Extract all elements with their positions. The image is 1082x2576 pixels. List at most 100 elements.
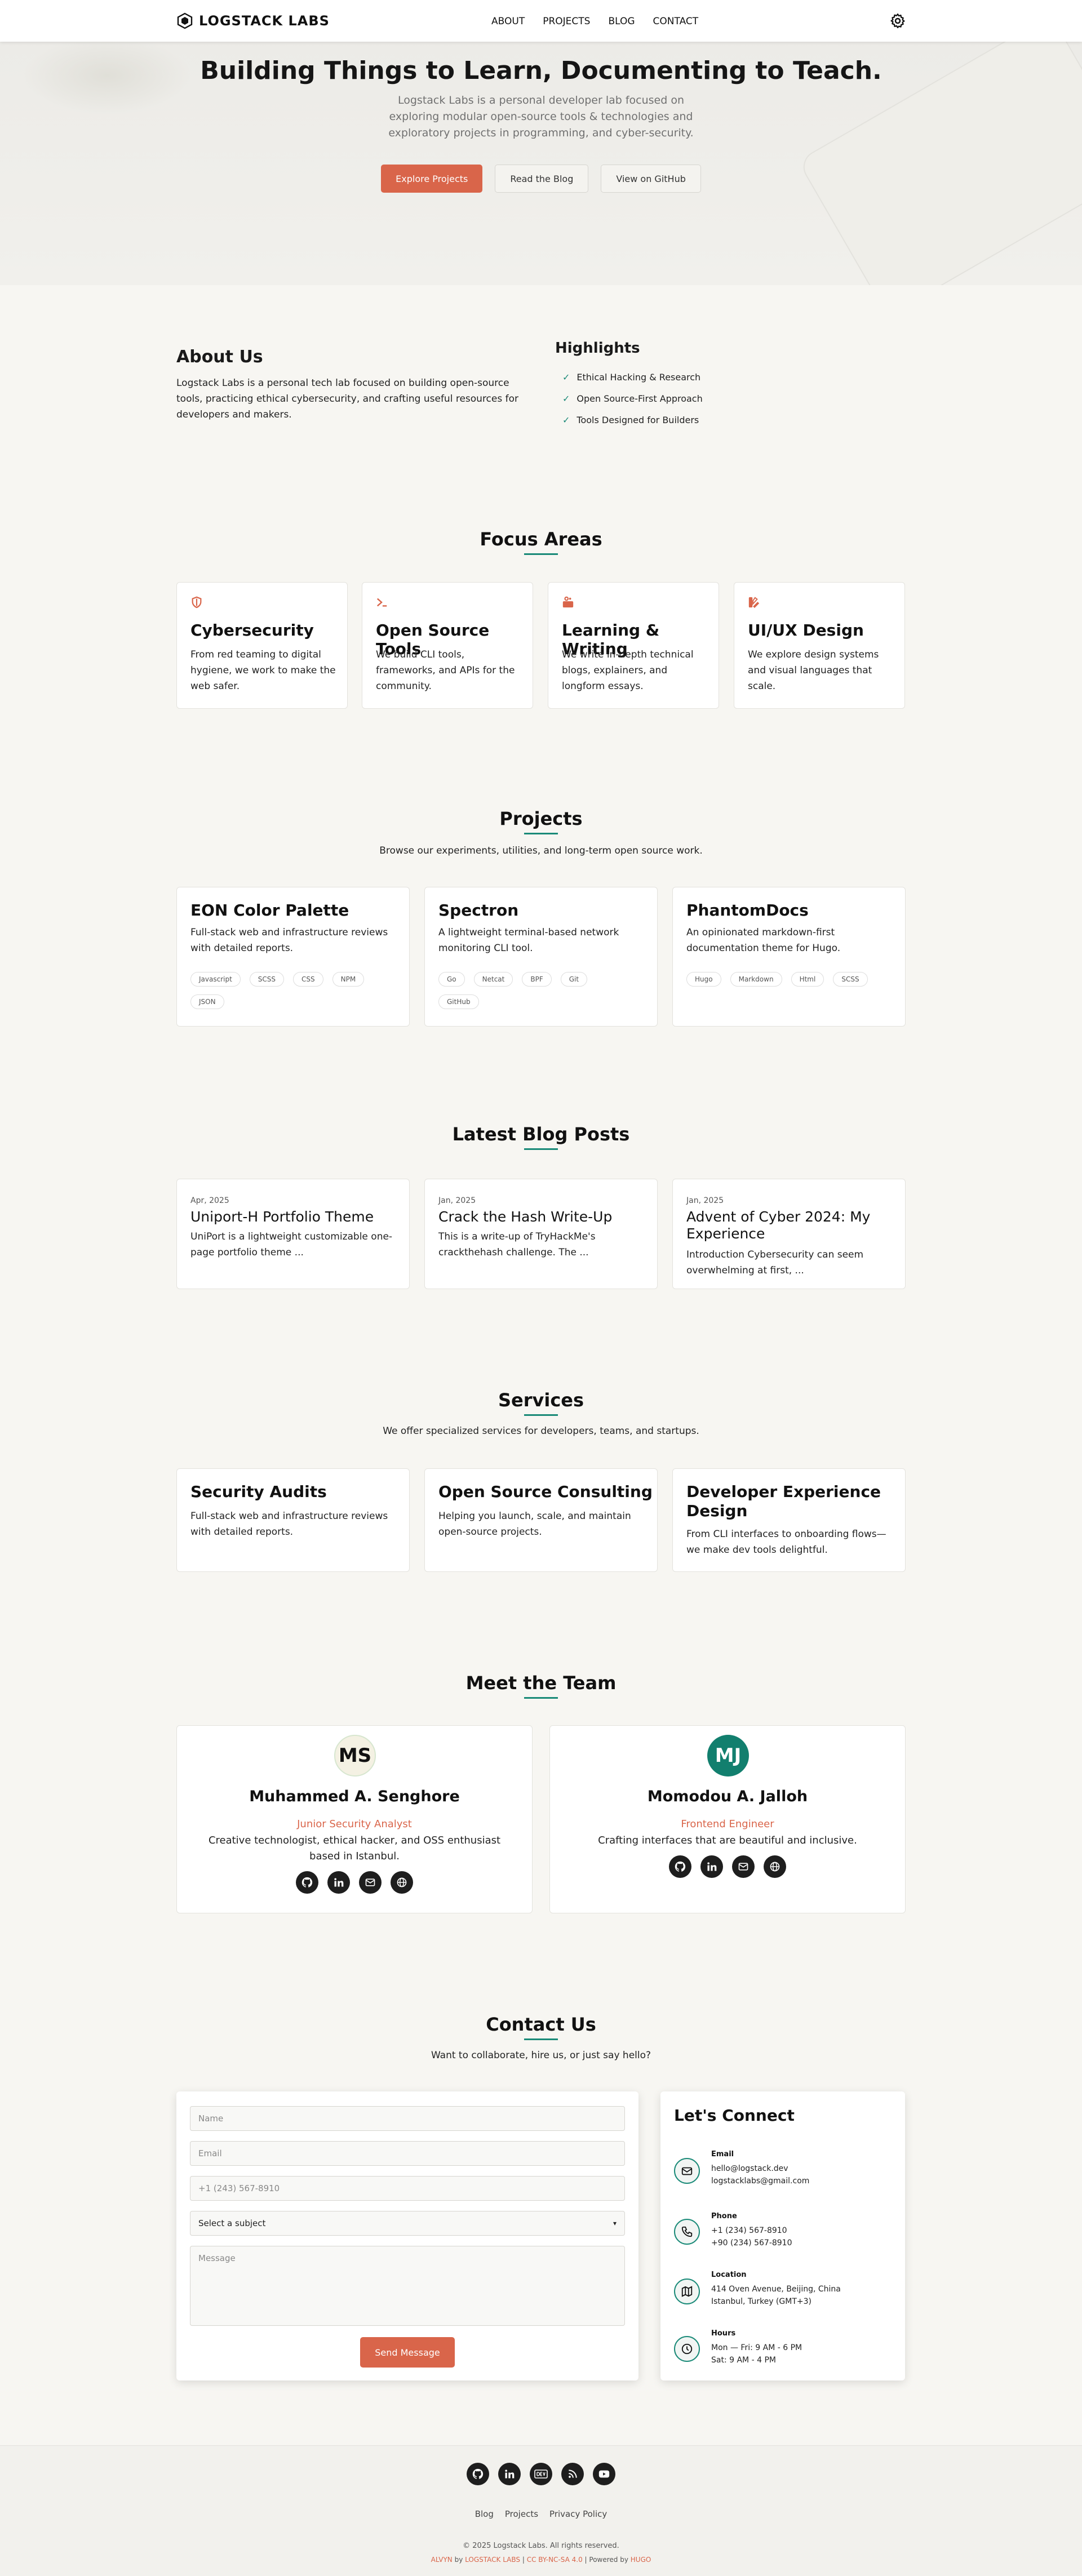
name-field[interactable]: Name xyxy=(190,2106,625,2131)
team-member-bio: Creative technologist, ethical hacker, a… xyxy=(208,1835,501,1862)
subject-select[interactable]: Select a subject ▾ xyxy=(190,2211,625,2236)
email-address[interactable]: hello@logstack.dev xyxy=(711,2162,809,2175)
check-icon: ✓ xyxy=(562,393,570,404)
site-logo[interactable]: LOGSTACK LABS xyxy=(176,12,330,29)
focus-card-text: We write in-depth technical blogs, expla… xyxy=(562,649,694,692)
envelope-icon[interactable] xyxy=(732,1855,755,1878)
contact-subtitle: Want to collaborate, hire us, or just sa… xyxy=(431,2050,651,2061)
github-icon[interactable] xyxy=(467,2463,489,2485)
author-link[interactable]: LOGSTACK LABS xyxy=(465,2556,520,2564)
nav-contact[interactable]: CONTACT xyxy=(653,16,699,27)
phone-icon xyxy=(674,2219,700,2245)
highlight-item: ✓ Open Source-First Approach xyxy=(562,388,703,409)
tech-tag: Go xyxy=(438,972,465,987)
view-github-button[interactable]: View on GitHub xyxy=(601,165,701,193)
linkedin-icon[interactable] xyxy=(327,1871,350,1894)
tech-tag: Git xyxy=(560,972,588,987)
project-card-text: Full-stack web and infrastructure review… xyxy=(190,927,388,954)
nav-projects[interactable]: PROJECTS xyxy=(543,16,590,27)
nav-links: ABOUT PROJECTS BLOG CONTACT xyxy=(491,16,698,27)
contact-label: Hours xyxy=(711,2329,736,2338)
tech-tag: NPM xyxy=(332,972,365,987)
globe-icon[interactable] xyxy=(764,1855,786,1878)
phone-field[interactable]: +1 (243) 567-8910 xyxy=(190,2176,625,2201)
linkedin-icon[interactable] xyxy=(700,1855,723,1878)
service-card[interactable]: Open Source Consulting Helping you launc… xyxy=(424,1468,658,1572)
linkedin-icon[interactable] xyxy=(498,2463,521,2485)
youtube-icon[interactable] xyxy=(593,2463,615,2485)
blog-card-title: Uniport-H Portfolio Theme xyxy=(190,1209,374,1225)
avatar: MS xyxy=(334,1735,376,1776)
footer-link-projects[interactable]: Projects xyxy=(505,2509,538,2519)
blog-card[interactable]: Jan, 2025 Advent of Cyber 2024: My Exper… xyxy=(672,1179,906,1289)
envelope-icon xyxy=(674,2158,700,2184)
footer-link-privacy[interactable]: Privacy Policy xyxy=(549,2509,607,2519)
blog-title: Latest Blog Posts xyxy=(452,1123,630,1145)
focus-card[interactable]: UI/UX Design We explore design systems a… xyxy=(734,582,905,709)
projects-subtitle: Browse our experiments, utilities, and l… xyxy=(379,845,703,856)
license-link[interactable]: CC BY-NC-SA 4.0 xyxy=(527,2556,583,2564)
contact-value: hello@logstack.dev logstacklabs@gmail.com xyxy=(711,2162,809,2187)
services-subtitle: We offer specialized services for develo… xyxy=(383,1425,699,1437)
gear-icon[interactable] xyxy=(889,12,906,29)
shield-icon xyxy=(192,596,202,609)
terminal-icon xyxy=(376,598,387,607)
globe-icon[interactable] xyxy=(391,1871,413,1894)
credit-text: | xyxy=(520,2556,527,2564)
tech-tag: Javascript xyxy=(190,972,241,987)
hugo-link[interactable]: HUGO xyxy=(631,2556,651,2564)
chevron-down-icon: ▾ xyxy=(613,2219,617,2227)
contact-email-row: Email hello@logstack.dev logstacklabs@gma… xyxy=(674,2150,894,2195)
project-card[interactable]: EON Color Palette Full-stack web and inf… xyxy=(176,887,410,1027)
nav-about[interactable]: ABOUT xyxy=(491,16,525,27)
email-field[interactable]: Email xyxy=(190,2141,625,2166)
envelope-icon[interactable] xyxy=(359,1871,382,1894)
nav-blog[interactable]: BLOG xyxy=(608,16,635,27)
explore-projects-button[interactable]: Explore Projects xyxy=(381,165,483,193)
focus-card[interactable]: Cybersecurity From red teaming to digita… xyxy=(176,582,348,709)
service-card[interactable]: Security Audits Full-stack web and infra… xyxy=(176,1468,410,1572)
blog-card-title: Advent of Cyber 2024: My Experience xyxy=(686,1209,871,1242)
service-card[interactable]: Developer Experience Design From CLI int… xyxy=(672,1468,906,1572)
message-textarea[interactable]: Message xyxy=(190,2246,625,2326)
blog-card[interactable]: Apr, 2025 Uniport-H Portfolio Theme UniP… xyxy=(176,1179,410,1289)
project-card[interactable]: PhantomDocs An opinionated markdown-firs… xyxy=(672,887,906,1027)
theme-link[interactable]: ALVYN xyxy=(431,2556,453,2564)
hero-title: Building Things to Learn, Documenting to… xyxy=(200,56,882,85)
project-card[interactable]: Spectron A lightweight terminal-based ne… xyxy=(424,887,658,1027)
contact-value: Mon — Fri: 9 AM - 6 PM Sat: 9 AM - 4 PM xyxy=(711,2342,802,2366)
footer-link-blog[interactable]: Blog xyxy=(475,2509,494,2519)
clock-icon xyxy=(674,2336,700,2362)
phone-number[interactable]: +1 (234) 567-8910 xyxy=(711,2224,792,2237)
dev-icon[interactable] xyxy=(530,2463,552,2485)
send-message-button[interactable]: Send Message xyxy=(360,2337,455,2368)
avatar: MJ xyxy=(707,1735,749,1776)
team-member-name: Muhammed A. Senghore xyxy=(249,1788,460,1805)
about-title: About Us xyxy=(176,347,263,367)
highlight-label: Ethical Hacking & Research xyxy=(577,371,701,383)
logo-icon xyxy=(177,12,193,29)
tech-tag: Netcat xyxy=(473,972,513,987)
email-address[interactable]: logstacklabs@gmail.com xyxy=(711,2175,809,2187)
title-underline xyxy=(524,1697,558,1699)
rss-icon[interactable] xyxy=(561,2463,584,2485)
focus-card-text: We build CLI tools, frameworks, and APIs… xyxy=(376,649,515,692)
address-line: Istanbul, Turkey (GMT+3) xyxy=(711,2297,812,2306)
focus-card-text: From red teaming to digital hygiene, we … xyxy=(190,649,336,692)
read-blog-button[interactable]: Read the Blog xyxy=(495,165,589,193)
design-icon xyxy=(748,597,760,609)
focus-title: Focus Areas xyxy=(480,528,602,550)
github-icon[interactable] xyxy=(296,1871,318,1894)
highlight-label: Open Source-First Approach xyxy=(577,393,703,404)
phone-number[interactable]: +90 (234) 567-8910 xyxy=(711,2237,792,2249)
hero-buttons: Explore Projects Read the Blog View on G… xyxy=(0,165,1082,193)
github-icon[interactable] xyxy=(669,1855,691,1878)
blog-card-title: Crack the Hash Write-Up xyxy=(438,1209,613,1225)
project-card-title: Spectron xyxy=(438,901,519,920)
focus-card[interactable]: Learning & Writing We write in-depth tec… xyxy=(548,582,719,709)
copyright: © 2025 Logstack Labs. All rights reserve… xyxy=(463,2542,619,2550)
projects-title: Projects xyxy=(499,808,583,829)
blog-card[interactable]: Jan, 2025 Crack the Hash Write-Up This i… xyxy=(424,1179,658,1289)
hero-section: Building Things to Learn, Documenting to… xyxy=(0,42,1082,285)
focus-card[interactable]: Open Source Tools We build CLI tools, fr… xyxy=(362,582,533,709)
